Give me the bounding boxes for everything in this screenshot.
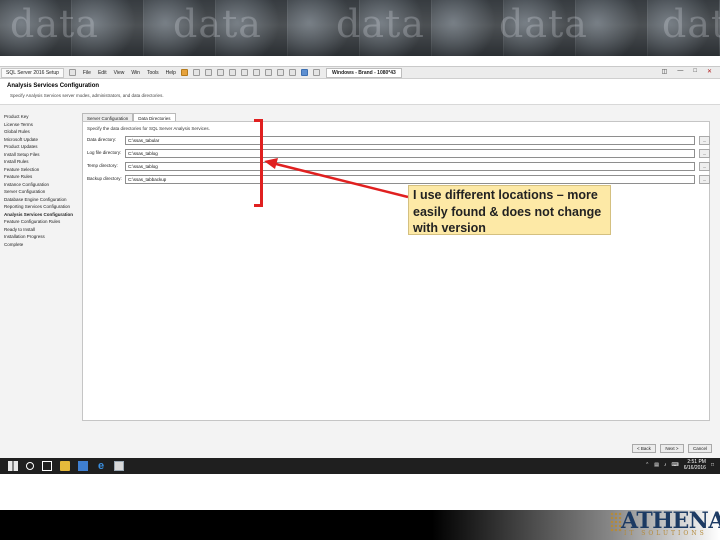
- slide: datadatadatadatadata SQL Server 2016 Set…: [0, 0, 720, 540]
- arrow-head: [264, 158, 278, 169]
- athena-logo: ATHENA IT SOLUTIONS: [606, 506, 720, 540]
- arrow-line: [271, 161, 409, 199]
- callout-note: I use different locations – more easily …: [408, 185, 611, 235]
- logo-tagline: IT SOLUTIONS: [624, 530, 707, 537]
- callout-arrow: [264, 158, 409, 199]
